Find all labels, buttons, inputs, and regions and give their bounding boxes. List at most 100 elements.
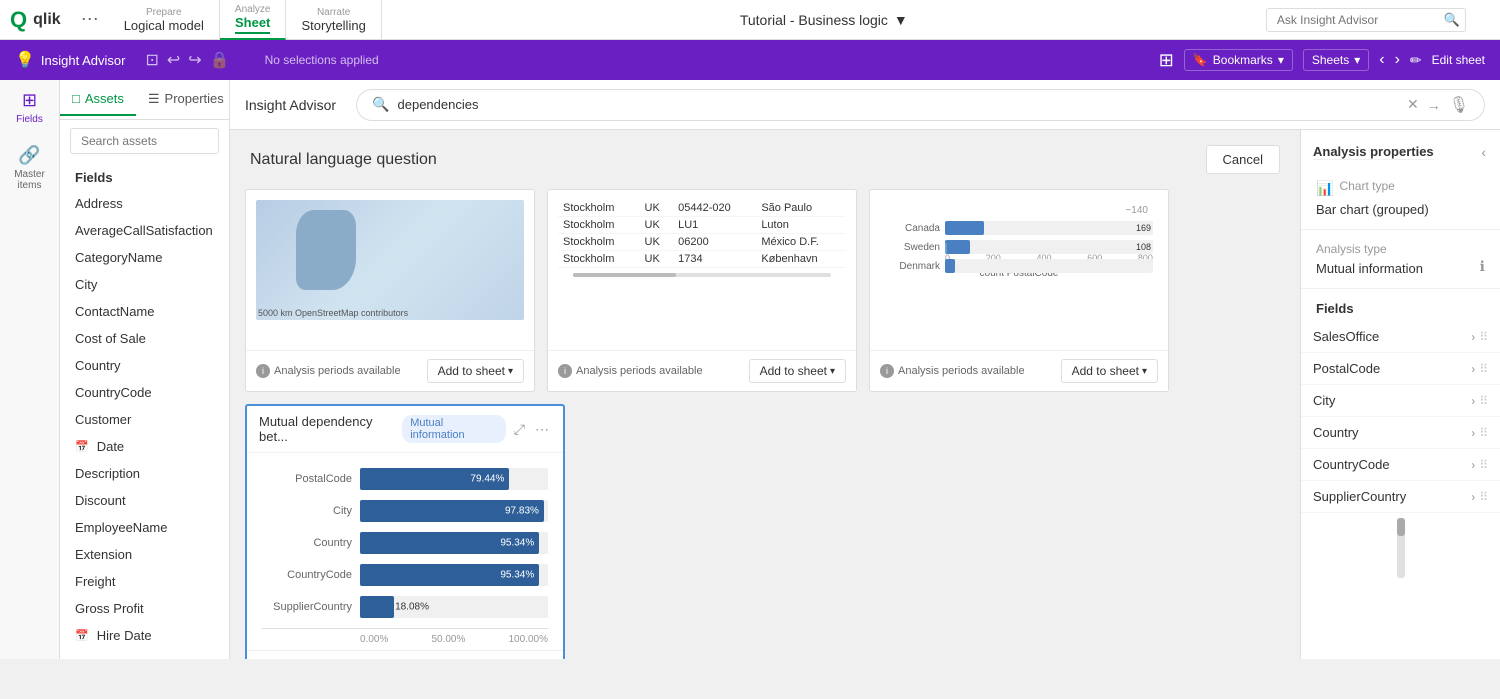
select-icon[interactable]: ⊡ <box>145 50 158 70</box>
field-item-employee[interactable]: EmployeeName <box>60 514 229 541</box>
suppliercountry-drag[interactable]: ⠿ <box>1479 490 1488 504</box>
right-field-countrycode[interactable]: CountryCode › ⠿ <box>1301 449 1500 481</box>
salesoffice-chevron[interactable]: › <box>1471 330 1475 344</box>
second-bar-right: ⊞ 🔖 Bookmarks ▾ Sheets ▾ ‹ › ✏ Edit shee… <box>1159 49 1485 71</box>
pencil-icon[interactable]: ✏ <box>1410 52 1422 69</box>
right-panel-scrollbar[interactable] <box>1397 518 1405 578</box>
grid-view-icon[interactable]: ⊞ <box>1159 50 1174 71</box>
nav-prepare[interactable]: Prepare Logical model <box>109 0 220 40</box>
mutual-chart-title: Mutual dependency bet... <box>259 414 402 444</box>
field-item-countrycode[interactable]: CountryCode <box>60 379 229 406</box>
table-analysis-periods: i Analysis periods available <box>558 364 703 378</box>
map-chart-card: 5000 km OpenStreetMap contributors i Ana… <box>245 189 535 392</box>
city-drag[interactable]: ⠿ <box>1479 394 1488 408</box>
lock-icon[interactable]: 🔒 <box>210 50 230 70</box>
table-chart-card: Stockholm UK 05442-020 São Paulo Stockho… <box>547 189 857 392</box>
postalcode-drag[interactable]: ⠿ <box>1479 362 1488 376</box>
tab-properties[interactable]: ☰ Properties <box>136 83 236 117</box>
sheets-button[interactable]: Sheets ▾ <box>1303 49 1369 71</box>
field-item-country[interactable]: Country <box>60 352 229 379</box>
countrycode-chevron[interactable]: › <box>1471 458 1475 472</box>
redo-icon[interactable]: ↪ <box>188 50 201 70</box>
mutual-track-countrycode: 95.34% <box>360 564 548 586</box>
next-sheet-icon[interactable]: › <box>1395 51 1400 69</box>
mic-icon[interactable]: 🎙 <box>1449 95 1469 115</box>
undo-icon[interactable]: ↩ <box>167 50 180 70</box>
sidebar-nav-fields[interactable]: ⊞ Fields <box>0 80 59 135</box>
field-item-city[interactable]: City <box>60 271 229 298</box>
chart-type-row: 📊 Chart type <box>1316 179 1485 198</box>
map-add-to-sheet-button[interactable]: Add to sheet ▾ <box>427 359 524 383</box>
right-field-suppliercountry[interactable]: SupplierCountry › ⠿ <box>1301 481 1500 513</box>
mutual-card-footer: Add to sheet ▾ <box>247 650 563 659</box>
content-title: Natural language question <box>250 151 437 169</box>
nav-analyze[interactable]: Analyze Sheet <box>220 0 287 40</box>
nav-narrate[interactable]: Narrate Storytelling <box>286 0 381 40</box>
field-item-category[interactable]: CategoryName <box>60 244 229 271</box>
expand-icon[interactable]: ⤢ <box>512 419 527 440</box>
table-row: Stockholm UK 06200 México D.F. <box>558 234 846 251</box>
app-title[interactable]: Tutorial - Business logic ▼ <box>740 12 908 28</box>
field-item-hire-date[interactable]: 📅 Hire Date <box>60 622 229 649</box>
mutual-chart-header: Mutual dependency bet... Mutual informat… <box>247 406 563 453</box>
right-field-country[interactable]: Country › ⠿ <box>1301 417 1500 449</box>
field-item-address[interactable]: Address <box>60 190 229 217</box>
ask-advisor-input[interactable] <box>1266 8 1466 32</box>
postalcode-chevron[interactable]: › <box>1471 362 1475 376</box>
extension-label: Extension <box>75 547 132 562</box>
field-item-date[interactable]: 📅 Date <box>60 433 229 460</box>
field-item-gross-profit[interactable]: Gross Profit <box>60 595 229 622</box>
bookmarks-button[interactable]: 🔖 Bookmarks ▾ <box>1184 49 1293 71</box>
table-add-to-sheet-button[interactable]: Add to sheet ▾ <box>749 359 846 383</box>
city-chevron[interactable]: › <box>1471 394 1475 408</box>
insight-search-container[interactable]: 🔍 ✕ → 🎙 <box>356 89 1485 121</box>
arrow-right-icon[interactable]: → <box>1427 97 1441 113</box>
sidebar-nav-master-items[interactable]: 🔗 Master items <box>0 135 59 201</box>
right-field-postalcode[interactable]: PostalCode › ⠿ <box>1301 353 1500 385</box>
mutual-x-axis: 0.00% 50.00% 100.00% <box>262 628 548 645</box>
insight-search-input[interactable] <box>398 97 1399 112</box>
tab-assets[interactable]: □ Assets <box>60 83 136 116</box>
field-item-avgcall[interactable]: AverageCallSatisfaction <box>60 217 229 244</box>
analysis-type-value: Mutual information <box>1316 261 1485 276</box>
collapse-button[interactable]: ‹ <box>1479 142 1488 162</box>
table-horizontal-scroll[interactable] <box>563 268 841 280</box>
field-item-freight[interactable]: Freight <box>60 568 229 595</box>
qlik-logo[interactable]: Q qlik <box>10 7 61 33</box>
countrycode-drag[interactable]: ⠿ <box>1479 458 1488 472</box>
x-axis-0: 0.00% <box>360 634 388 645</box>
info-icon-analysis[interactable]: ℹ <box>1480 258 1485 275</box>
suppliercountry-chevron[interactable]: › <box>1471 490 1475 504</box>
selections-area: No selections applied <box>245 53 1144 67</box>
insight-advisor-button[interactable]: 💡 Insight Advisor <box>15 50 125 70</box>
right-field-city[interactable]: City › ⠿ <box>1301 385 1500 417</box>
analysis-type-section: Analysis type Mutual information ℹ <box>1301 230 1500 289</box>
field-item-contact[interactable]: ContactName <box>60 298 229 325</box>
field-item-cost[interactable]: Cost of Sale <box>60 325 229 352</box>
analysis-type-label: Analysis type <box>1316 242 1485 256</box>
country-drag[interactable]: ⠿ <box>1479 426 1488 440</box>
field-item-extension[interactable]: Extension <box>60 541 229 568</box>
field-item-description[interactable]: Description <box>60 460 229 487</box>
country-chevron[interactable]: › <box>1471 426 1475 440</box>
bar-add-to-sheet-button[interactable]: Add to sheet ▾ <box>1061 359 1158 383</box>
cancel-button[interactable]: Cancel <box>1206 145 1280 174</box>
clear-search-icon[interactable]: ✕ <box>1407 96 1419 113</box>
more-options-icon[interactable]: ⋯ <box>81 9 99 30</box>
postalcode-label: PostalCode <box>1313 361 1380 376</box>
mutual-value-postalcode: 79.44% <box>470 474 504 485</box>
field-item-customer[interactable]: Customer <box>60 406 229 433</box>
prev-sheet-icon[interactable]: ‹ <box>1379 51 1384 69</box>
bar-value-canada: 169 <box>1136 223 1151 233</box>
mutual-bar-countrycode: CountryCode 95.34% <box>262 564 548 586</box>
mutual-fill-country: 95.34% <box>360 532 539 554</box>
mutual-track-postalcode: 79.44% <box>360 468 548 490</box>
more-actions-icon[interactable]: ⋯ <box>533 419 551 440</box>
search-assets-input[interactable] <box>70 128 219 154</box>
field-item-discount[interactable]: Discount <box>60 487 229 514</box>
country-label: Country <box>75 358 121 373</box>
right-field-salesoffice[interactable]: SalesOffice › ⠿ <box>1301 321 1500 353</box>
app-title-chevron: ▼ <box>894 12 908 28</box>
salesoffice-icons: › ⠿ <box>1471 330 1488 344</box>
salesoffice-drag[interactable]: ⠿ <box>1479 330 1488 344</box>
